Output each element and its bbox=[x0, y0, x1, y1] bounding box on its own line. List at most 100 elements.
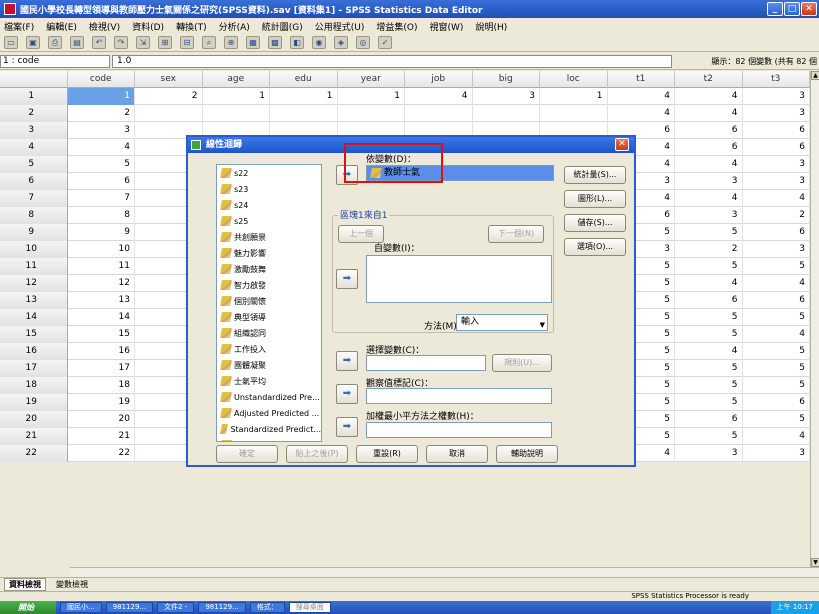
row-number[interactable]: 15 bbox=[0, 326, 68, 343]
dialog-close-button[interactable]: ✕ bbox=[615, 138, 629, 151]
save-icon[interactable]: ▣ bbox=[26, 36, 40, 49]
grid-cell[interactable]: 4 bbox=[405, 88, 473, 105]
row-number[interactable]: 18 bbox=[0, 377, 68, 394]
column-header-sex[interactable]: sex bbox=[135, 71, 203, 88]
case-labels-field[interactable] bbox=[366, 388, 552, 404]
grid-cell[interactable] bbox=[135, 105, 203, 122]
grid-cell[interactable]: 4 bbox=[608, 105, 675, 122]
grid-cell[interactable]: 3 bbox=[675, 173, 743, 190]
grid-cell[interactable]: 13 bbox=[68, 292, 135, 309]
row-number[interactable]: 8 bbox=[0, 207, 68, 224]
column-header-edu[interactable]: edu bbox=[270, 71, 338, 88]
grid-cell[interactable]: 4 bbox=[675, 275, 743, 292]
grid-cell[interactable]: 9 bbox=[68, 224, 135, 241]
statistics-button[interactable]: 統計量(S)... bbox=[564, 166, 626, 184]
grid-cell[interactable]: 6 bbox=[675, 139, 743, 156]
cancel-button[interactable]: 取消 bbox=[426, 445, 488, 463]
column-header-t3[interactable]: t3 bbox=[743, 71, 810, 88]
grid-cell[interactable] bbox=[338, 105, 405, 122]
menu-addons[interactable]: 增益集(O) bbox=[376, 20, 417, 33]
list-item[interactable]: 智力啟發 bbox=[217, 277, 321, 293]
list-item[interactable]: s25 bbox=[217, 213, 321, 229]
menu-graphs[interactable]: 統計圖(G) bbox=[262, 20, 303, 33]
show-all-icon[interactable]: ◎ bbox=[356, 36, 370, 49]
weight-icon[interactable]: ▩ bbox=[268, 36, 282, 49]
row-number[interactable]: 6 bbox=[0, 173, 68, 190]
row-number[interactable]: 2 bbox=[0, 105, 68, 122]
move-to-wls-button[interactable]: ➡ bbox=[336, 417, 358, 437]
paste-button[interactable]: 貼上之後(P) bbox=[286, 445, 348, 463]
grid-cell[interactable]: 6 bbox=[743, 122, 810, 139]
grid-cell[interactable]: 5 bbox=[675, 360, 743, 377]
plots-button[interactable]: 圖形(L)... bbox=[564, 190, 626, 208]
list-item[interactable]: 典型領導 bbox=[217, 309, 321, 325]
grid-cell[interactable]: 4 bbox=[675, 156, 743, 173]
grid-cell[interactable]: 3 bbox=[675, 445, 743, 462]
grid-cell[interactable]: 6 bbox=[743, 394, 810, 411]
column-header-big[interactable]: big bbox=[473, 71, 540, 88]
grid-cell[interactable] bbox=[473, 105, 540, 122]
task-item-spss[interactable]: 國民小... bbox=[60, 602, 102, 613]
goto-case-icon[interactable]: ⇲ bbox=[136, 36, 150, 49]
find-icon[interactable]: ⌕ bbox=[202, 36, 216, 49]
grid-cell[interactable]: 5 bbox=[675, 224, 743, 241]
scroll-down-icon[interactable]: ▼ bbox=[811, 558, 819, 567]
list-item[interactable]: 個別關懷 bbox=[217, 293, 321, 309]
column-header-year[interactable]: year bbox=[338, 71, 405, 88]
row-number[interactable]: 16 bbox=[0, 343, 68, 360]
move-to-independent-button[interactable]: ➡ bbox=[336, 269, 358, 289]
grid-cell[interactable]: 8 bbox=[68, 207, 135, 224]
grid-cell[interactable]: 15 bbox=[68, 326, 135, 343]
grid-cell[interactable]: 3 bbox=[473, 88, 540, 105]
list-item[interactable]: s24 bbox=[217, 197, 321, 213]
ok-button[interactable]: 確定 bbox=[216, 445, 278, 463]
grid-cell[interactable]: 4 bbox=[675, 343, 743, 360]
insert-cases-icon[interactable]: ⊕ bbox=[224, 36, 238, 49]
select-icon[interactable]: ◧ bbox=[290, 36, 304, 49]
grid-cell[interactable]: 6 bbox=[68, 173, 135, 190]
move-to-case-labels-button[interactable]: ➡ bbox=[336, 384, 358, 404]
row-number[interactable]: 1 bbox=[0, 88, 68, 105]
grid-cell[interactable]: 3 bbox=[743, 241, 810, 258]
list-item[interactable]: 激勵鼓舞 bbox=[217, 261, 321, 277]
grid-cell[interactable]: 5 bbox=[675, 326, 743, 343]
grid-cell[interactable]: 2 bbox=[675, 241, 743, 258]
grid-cell[interactable]: 5 bbox=[675, 428, 743, 445]
cell-value-input[interactable]: 1.0 bbox=[112, 55, 672, 68]
grid-cell[interactable]: 4 bbox=[68, 139, 135, 156]
grid-cell[interactable]: 3 bbox=[743, 88, 810, 105]
insert-case-icon[interactable]: ⊞ bbox=[158, 36, 172, 49]
grid-cell[interactable]: 4 bbox=[743, 275, 810, 292]
grid-cell[interactable]: 17 bbox=[68, 360, 135, 377]
rule-button[interactable]: 規則(U)... bbox=[492, 354, 552, 372]
menu-file[interactable]: 檔案(F) bbox=[4, 20, 34, 33]
scroll-up-icon[interactable]: ▲ bbox=[811, 71, 819, 80]
grid-cell[interactable]: 4 bbox=[608, 88, 675, 105]
row-number[interactable]: 9 bbox=[0, 224, 68, 241]
grid-cell[interactable]: 10 bbox=[68, 241, 135, 258]
row-number[interactable]: 21 bbox=[0, 428, 68, 445]
grid-cell[interactable]: 1 bbox=[67, 88, 135, 105]
list-item[interactable]: Standardized Predict... bbox=[217, 421, 321, 437]
list-item[interactable]: 團體凝聚 bbox=[217, 357, 321, 373]
row-number[interactable]: 5 bbox=[0, 156, 68, 173]
use-sets-icon[interactable]: ◈ bbox=[334, 36, 348, 49]
undo-icon[interactable]: ↶ bbox=[92, 36, 106, 49]
grid-cell[interactable]: 4 bbox=[675, 190, 743, 207]
list-item[interactable]: 魅力影響 bbox=[217, 245, 321, 261]
grid-cell[interactable]: 5 bbox=[743, 343, 810, 360]
grid-cell[interactable]: 3 bbox=[675, 207, 743, 224]
menu-window[interactable]: 視窗(W) bbox=[430, 20, 464, 33]
row-number[interactable]: 20 bbox=[0, 411, 68, 428]
grid-corner[interactable] bbox=[0, 71, 68, 88]
menu-analyze[interactable]: 分析(A) bbox=[219, 20, 250, 33]
grid-cell[interactable]: 4 bbox=[743, 326, 810, 343]
row-number[interactable]: 17 bbox=[0, 360, 68, 377]
reset-button[interactable]: 重設(R) bbox=[356, 445, 418, 463]
grid-cell[interactable]: 19 bbox=[68, 394, 135, 411]
grid-cell[interactable]: 3 bbox=[743, 156, 810, 173]
grid-cell[interactable]: 5 bbox=[743, 258, 810, 275]
grid-cell[interactable]: 6 bbox=[675, 122, 743, 139]
grid-cell[interactable]: 5 bbox=[675, 258, 743, 275]
grid-cell[interactable]: 5 bbox=[68, 156, 135, 173]
